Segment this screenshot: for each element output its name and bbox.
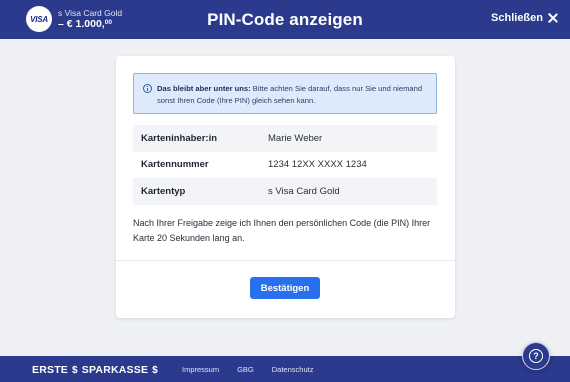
cardnumber-value: 1234 12XX XXXX 1234	[268, 159, 367, 171]
footer: ERSTE $ SPARKASSE $ Impressum GBG Datens…	[0, 356, 570, 382]
cardtype-value: s Visa Card Gold	[268, 185, 340, 197]
sparkasse-s-logo-icon: $	[72, 364, 78, 376]
page-title: PIN-Code anzeigen	[207, 10, 363, 29]
details-row-cardholder: Karteninhaber:in Marie Weber	[133, 125, 437, 152]
cardholder-label: Karteninhaber:in	[141, 132, 218, 144]
close-button[interactable]: Schließen	[491, 12, 558, 24]
card-details-table: Karteninhaber:in Marie Weber Kartennumme…	[133, 125, 437, 205]
cardtype-label: Kartentyp	[141, 185, 186, 197]
divider	[116, 260, 455, 261]
notice-text: Das bleibt aber unter uns: Bitte achten …	[157, 83, 429, 106]
footer-link-datenschutz[interactable]: Datenschutz	[272, 365, 314, 374]
cardnumber-label: Kartennummer	[141, 159, 209, 171]
footer-link-gbg[interactable]: GBG	[237, 365, 254, 374]
info-icon	[143, 84, 152, 93]
sparkasse-s-logo-icon: $	[152, 364, 158, 376]
brand-erste: ERSTE	[32, 364, 69, 376]
notice-strong: Das bleibt aber unter uns:	[157, 84, 251, 93]
cardholder-value: Marie Weber	[268, 132, 323, 144]
help-icon: ?	[529, 349, 543, 363]
confirm-button[interactable]: Bestätigen	[250, 277, 320, 299]
footer-link-impressum[interactable]: Impressum	[182, 365, 219, 374]
brand-sparkasse: SPARKASSE	[81, 364, 149, 376]
details-row-cardtype: Kartentyp s Visa Card Gold	[133, 178, 437, 205]
erste-sparkasse-logo: ERSTE $ SPARKASSE $	[32, 364, 158, 376]
details-row-cardnumber: Kartennummer 1234 12XX XXXX 1234	[133, 152, 437, 179]
release-explanation: Nach Ihrer Freigabe zeige ich Ihnen den …	[133, 218, 431, 243]
footer-links: Impressum GBG Datenschutz	[182, 365, 313, 374]
privacy-notice: Das bleibt aber unter uns: Bitte achten …	[133, 73, 437, 114]
pin-dialog-card: Das bleibt aber unter uns: Bitte achten …	[116, 56, 455, 318]
close-label: Schließen	[491, 12, 543, 24]
help-button[interactable]: ?	[522, 342, 550, 370]
close-icon	[548, 13, 558, 23]
top-bar: VISA s Visa Card Gold – € 1.000,00 PIN-C…	[0, 0, 570, 39]
